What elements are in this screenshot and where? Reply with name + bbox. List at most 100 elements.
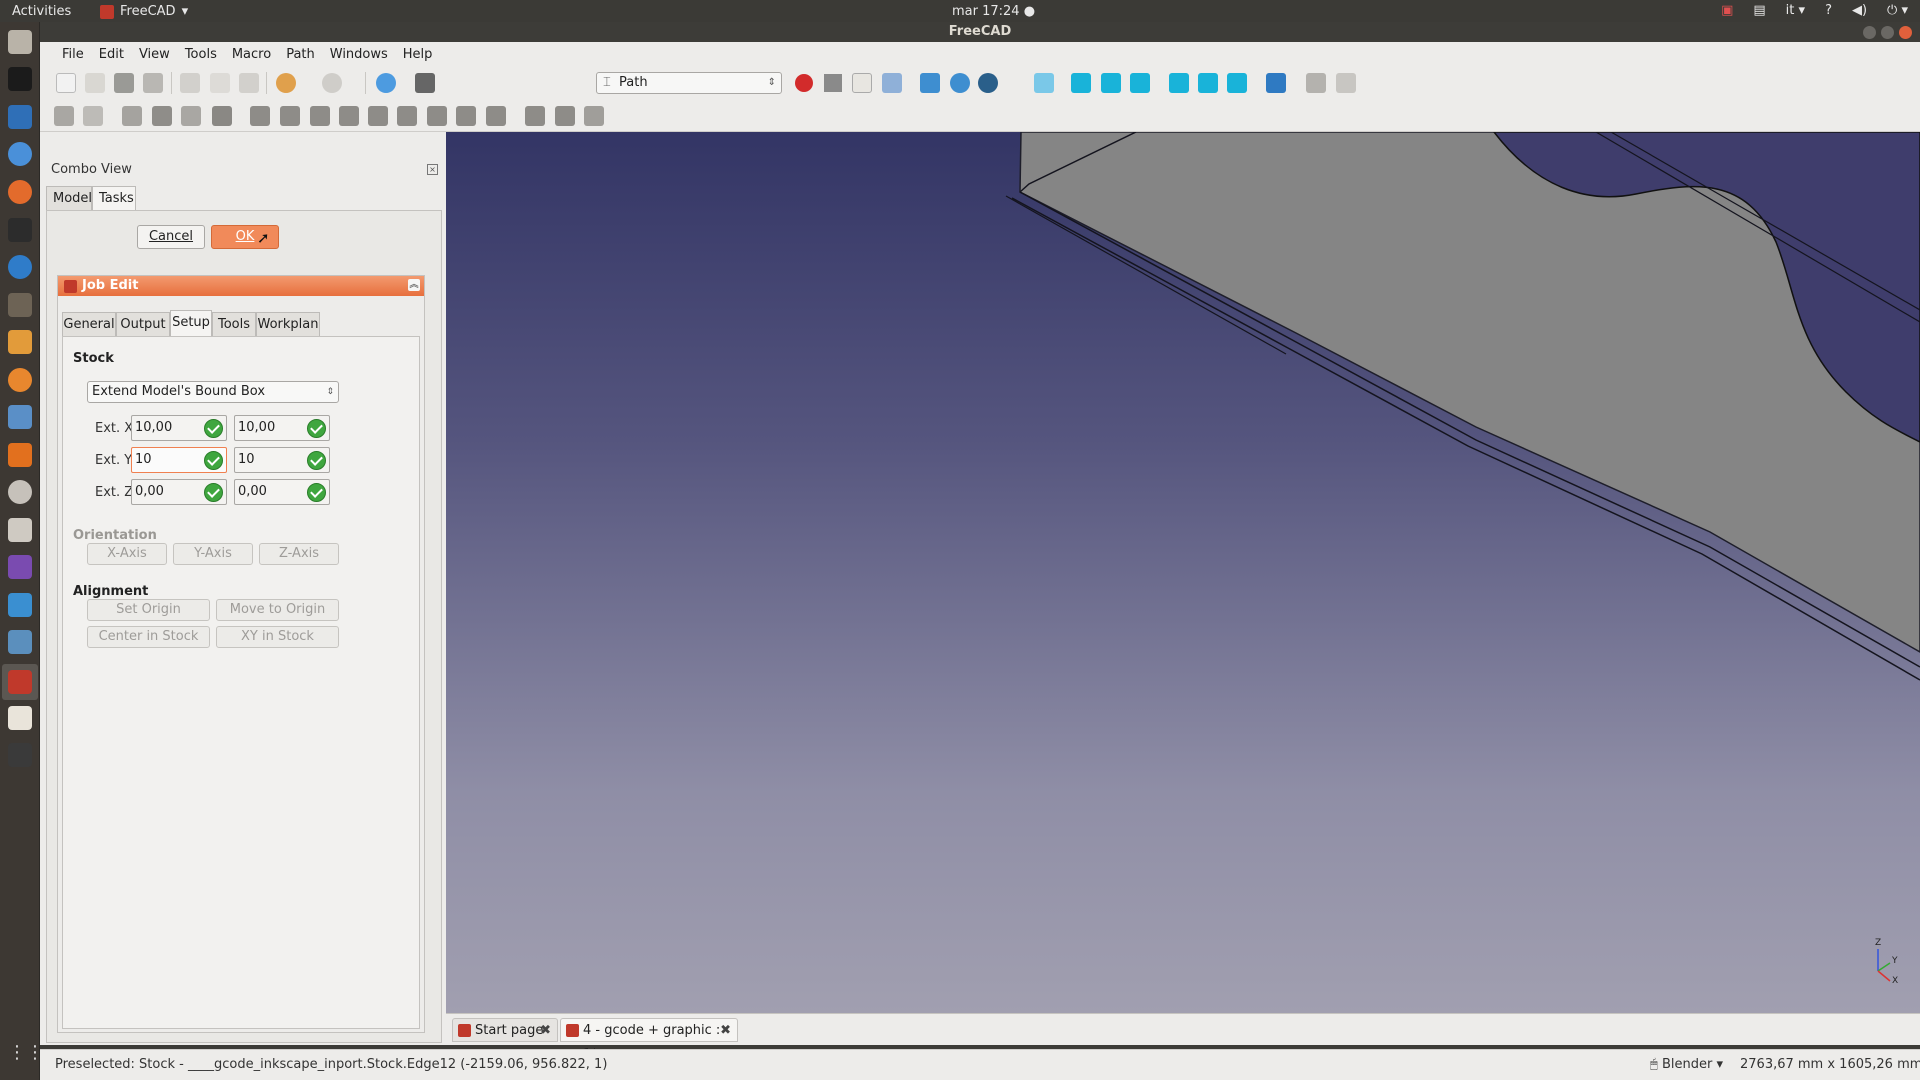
help-icon[interactable]: ? [1825, 3, 1832, 18]
menu-view[interactable]: View [139, 47, 170, 62]
copy-icon[interactable] [210, 73, 230, 93]
fit-all-icon[interactable] [920, 73, 940, 93]
tool-table-icon[interactable] [181, 106, 201, 126]
app-menu-button[interactable]: FreeCAD ▾ [100, 4, 188, 19]
minimize-button[interactable] [1863, 26, 1876, 39]
collapse-icon[interactable]: ︽ [408, 279, 420, 291]
maximize-button[interactable] [1881, 26, 1894, 39]
undo-icon[interactable] [276, 73, 296, 93]
cancel-button[interactable]: Cancel [137, 225, 205, 249]
ext-x-pos-input[interactable]: 10,00 [234, 415, 330, 441]
draw-style-icon[interactable] [978, 73, 998, 93]
adaptive-icon[interactable] [456, 106, 476, 126]
xy-in-stock-button[interactable]: XY in Stock [216, 626, 339, 648]
volume-icon[interactable]: ◀) [1852, 3, 1867, 18]
save-icon[interactable] [114, 73, 134, 93]
z-axis-button[interactable]: Z-Axis [259, 543, 339, 565]
text-editor-icon[interactable] [8, 706, 32, 730]
helix-icon[interactable] [427, 106, 447, 126]
engrave-icon[interactable] [486, 106, 506, 126]
arduino-icon[interactable] [8, 593, 32, 617]
paste-icon[interactable] [239, 73, 259, 93]
writer-icon[interactable] [8, 105, 32, 129]
clock[interactable]: mar 17:24 ● [952, 4, 1035, 19]
post-process-icon[interactable] [83, 106, 103, 126]
power-icon[interactable]: ⏻ ▾ [1887, 3, 1908, 18]
media-icon[interactable] [8, 555, 32, 579]
pocket-shape-icon[interactable] [339, 106, 359, 126]
tab-general[interactable]: General [62, 312, 116, 337]
video-editor-icon[interactable] [8, 743, 32, 767]
group-icon[interactable] [1336, 73, 1356, 93]
tab-setup[interactable]: Setup [170, 310, 212, 337]
drilling-icon[interactable] [368, 106, 388, 126]
fit-selection-icon[interactable] [950, 73, 970, 93]
software-center-icon[interactable] [8, 443, 32, 467]
inkscape-icon[interactable] [8, 67, 32, 91]
close-icon[interactable]: × [427, 164, 438, 175]
screenshot-icon[interactable] [8, 405, 32, 429]
menu-path[interactable]: Path [286, 47, 315, 62]
diagram-icon[interactable] [8, 330, 32, 354]
right-view-icon[interactable] [1130, 73, 1150, 93]
camera-icon[interactable] [8, 518, 32, 542]
activities-button[interactable]: Activities [12, 4, 71, 19]
y-axis-button[interactable]: Y-Axis [173, 543, 253, 565]
workbench-selector[interactable]: ⌶ Path ⇕ [596, 72, 782, 94]
menu-file[interactable]: File [62, 47, 84, 62]
files-icon[interactable] [8, 30, 32, 54]
menu-macro[interactable]: Macro [232, 47, 271, 62]
menu-tools[interactable]: Tools [185, 47, 217, 62]
show-apps-icon[interactable]: ⋮⋮ [8, 1042, 44, 1066]
cut-icon[interactable] [180, 73, 200, 93]
menu-help[interactable]: Help [403, 47, 433, 62]
stock-type-select[interactable]: Extend Model's Bound Box ⇕ [87, 381, 339, 403]
tool-icon[interactable] [152, 106, 172, 126]
blender-icon[interactable] [8, 368, 32, 392]
stop-macro-icon[interactable] [824, 74, 842, 92]
virtualbox-icon[interactable] [8, 630, 32, 654]
left-view-icon[interactable] [1227, 73, 1247, 93]
tab-document[interactable]: 4 - gcode + graphic : 1* ✖ [560, 1018, 738, 1062]
ext-x-neg-input[interactable]: 10,00 [131, 415, 227, 441]
part-icon[interactable] [1306, 73, 1326, 93]
record-macro-icon[interactable] [795, 74, 813, 92]
tab-start-page[interactable]: Start page ✖ [452, 1018, 558, 1042]
measure-icon[interactable] [1266, 73, 1286, 93]
set-origin-button[interactable]: Set Origin [87, 599, 210, 621]
chrome-icon[interactable] [8, 142, 32, 166]
profile-edges-icon[interactable] [280, 106, 300, 126]
freecad-dock-icon[interactable] [8, 670, 32, 694]
tab-output[interactable]: Output [116, 312, 170, 337]
new-file-icon[interactable] [56, 73, 76, 93]
waterline-icon[interactable] [555, 106, 575, 126]
open-file-icon[interactable] [85, 73, 105, 93]
job-icon[interactable] [54, 106, 74, 126]
clipboard-icon[interactable]: ▤ [1753, 3, 1765, 18]
ext-y-neg-input[interactable]: 10 [131, 447, 227, 473]
simulate-icon[interactable] [122, 106, 142, 126]
profile-icon[interactable] [250, 106, 270, 126]
stock-icon[interactable] [212, 106, 232, 126]
menu-edit[interactable]: Edit [99, 47, 124, 62]
camera-indicator-icon[interactable]: ▣ [1721, 3, 1733, 18]
menu-windows[interactable]: Windows [330, 47, 388, 62]
front-view-icon[interactable] [1071, 73, 1091, 93]
dressup-icon[interactable] [584, 106, 604, 126]
navigation-style-selector[interactable]: 🖱 Blender ▾ [1650, 1057, 1723, 1072]
tab-tools[interactable]: Tools [212, 312, 256, 337]
rear-view-icon[interactable] [1169, 73, 1189, 93]
refresh-icon[interactable] [376, 73, 396, 93]
print-icon[interactable] [143, 73, 163, 93]
isometric-view-icon[interactable] [1034, 73, 1054, 93]
settings-icon[interactable] [8, 480, 32, 504]
pocket-icon[interactable] [310, 106, 330, 126]
bottom-view-icon[interactable] [1198, 73, 1218, 93]
whats-this-icon[interactable] [415, 73, 435, 93]
language-indicator[interactable]: it ▾ [1786, 3, 1805, 18]
close-icon[interactable]: ✖ [720, 1019, 731, 1043]
top-view-icon[interactable] [1101, 73, 1121, 93]
tab-tasks[interactable]: Tasks [92, 186, 136, 212]
close-icon[interactable]: ✖ [540, 1019, 551, 1043]
3d-viewport[interactable]: Z Y X [446, 132, 1920, 1013]
